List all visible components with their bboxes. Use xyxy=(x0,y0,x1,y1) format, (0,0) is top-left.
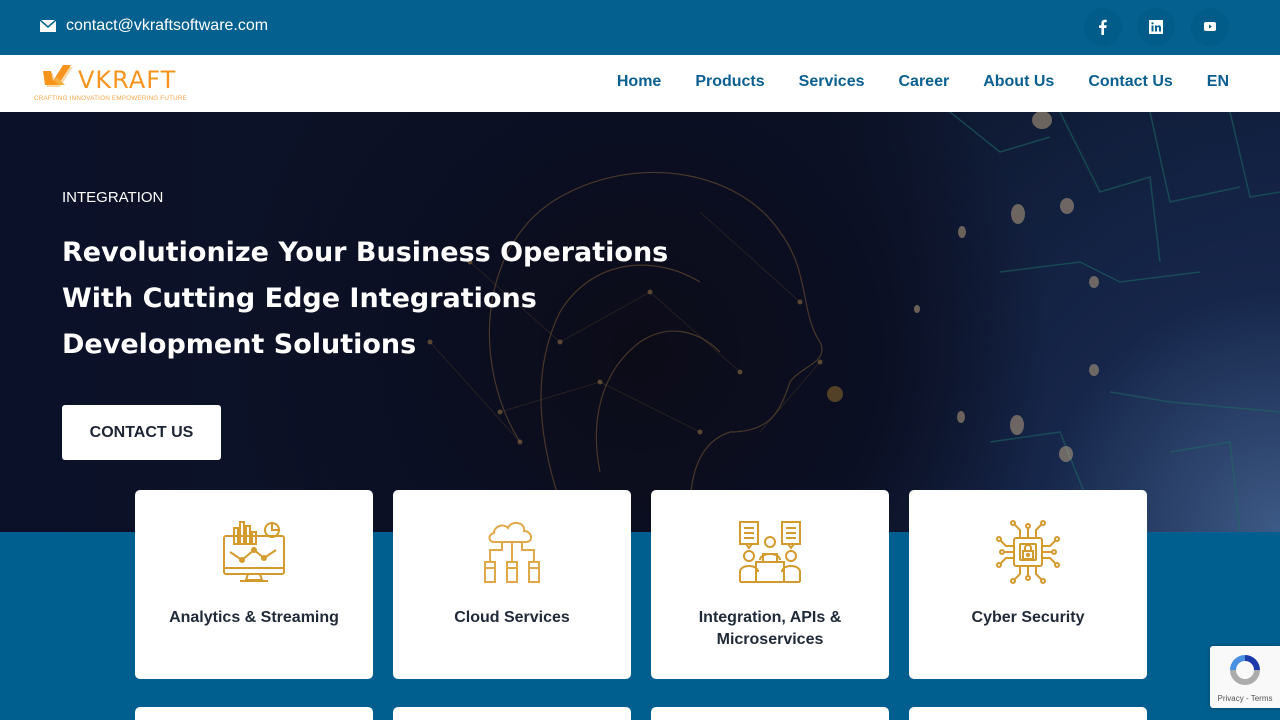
service-card-cyber-security[interactable]: Cyber Security xyxy=(909,490,1147,679)
recaptcha-icon xyxy=(1230,655,1260,685)
cloud-network-icon xyxy=(484,521,540,583)
recaptcha-links[interactable]: Privacy - Terms xyxy=(1210,694,1280,703)
main-navbar: VKRAFT CRAFTING INNOVATION EMPOWERING FU… xyxy=(0,55,1280,112)
service-title: Integration, APIs & Microservices xyxy=(698,609,842,648)
service-card-row2-3[interactable] xyxy=(651,707,889,720)
youtube-icon xyxy=(1204,22,1216,31)
nav-products[interactable]: Products xyxy=(695,73,764,91)
nav-career[interactable]: Career xyxy=(899,73,950,91)
youtube-link[interactable] xyxy=(1191,8,1229,46)
hero-eyebrow: INTEGRATION xyxy=(62,189,164,206)
analytics-monitor-icon xyxy=(223,521,285,582)
security-chip-icon xyxy=(996,520,1060,584)
recaptcha-badge[interactable]: Privacy - Terms xyxy=(1210,646,1280,708)
language-selector[interactable]: EN xyxy=(1207,73,1229,91)
vkraft-logo-mark-icon xyxy=(43,65,73,87)
service-title: Analytics & Streaming xyxy=(169,609,339,626)
facebook-icon xyxy=(1099,19,1107,35)
service-title: Cyber Security xyxy=(971,609,1085,626)
brand-tagline: CRAFTING INNOVATION EMPOWERING FUTURE xyxy=(34,95,188,102)
linkedin-icon xyxy=(1149,20,1163,34)
linkedin-link[interactable] xyxy=(1137,8,1175,46)
service-card-analytics[interactable]: Analytics & Streaming xyxy=(135,490,373,679)
service-card-row2-1[interactable] xyxy=(135,707,373,720)
contact-email: contact@vkraftsoftware.com xyxy=(66,17,269,34)
nav-home[interactable]: Home xyxy=(617,73,661,91)
service-card-cloud[interactable]: Cloud Services xyxy=(393,490,631,679)
hero-headline-line-2: With Cutting Edge Integrations xyxy=(62,283,537,314)
contact-email-link[interactable]: contact@vkraftsoftware.com xyxy=(40,17,268,35)
service-card-row2-4[interactable] xyxy=(909,707,1147,720)
brand-name: VKRAFT xyxy=(78,66,177,94)
hero-headline-line-1: Revolutionize Your Business Operations xyxy=(62,237,669,268)
service-cards: Analytics & Streaming Cloud Services Int… xyxy=(135,490,1147,679)
nav-contact-us[interactable]: Contact Us xyxy=(1088,73,1172,91)
vkraft-logo[interactable]: VKRAFT CRAFTING INNOVATION EMPOWERING FU… xyxy=(34,64,194,104)
service-title: Cloud Services xyxy=(454,609,570,626)
top-bar: contact@vkraftsoftware.com xyxy=(0,0,1280,55)
facebook-link[interactable] xyxy=(1084,8,1122,46)
contact-us-button[interactable]: CONTACT US xyxy=(62,405,221,460)
team-meeting-icon xyxy=(739,521,801,583)
nav-services[interactable]: Services xyxy=(799,73,865,91)
service-card-row2-2[interactable] xyxy=(393,707,631,720)
service-card-integration[interactable]: Integration, APIs & Microservices xyxy=(651,490,889,679)
hero-headline-line-3: Development Solutions xyxy=(62,329,417,360)
nav-about-us[interactable]: About Us xyxy=(983,73,1054,91)
envelope-icon xyxy=(40,20,56,32)
hero-banner: INTEGRATION Revolutionize Your Business … xyxy=(0,112,1280,532)
hero-headline: Revolutionize Your Business Operations W… xyxy=(62,230,668,368)
primary-nav: Home Products Services Career About Us C… xyxy=(617,73,1229,91)
